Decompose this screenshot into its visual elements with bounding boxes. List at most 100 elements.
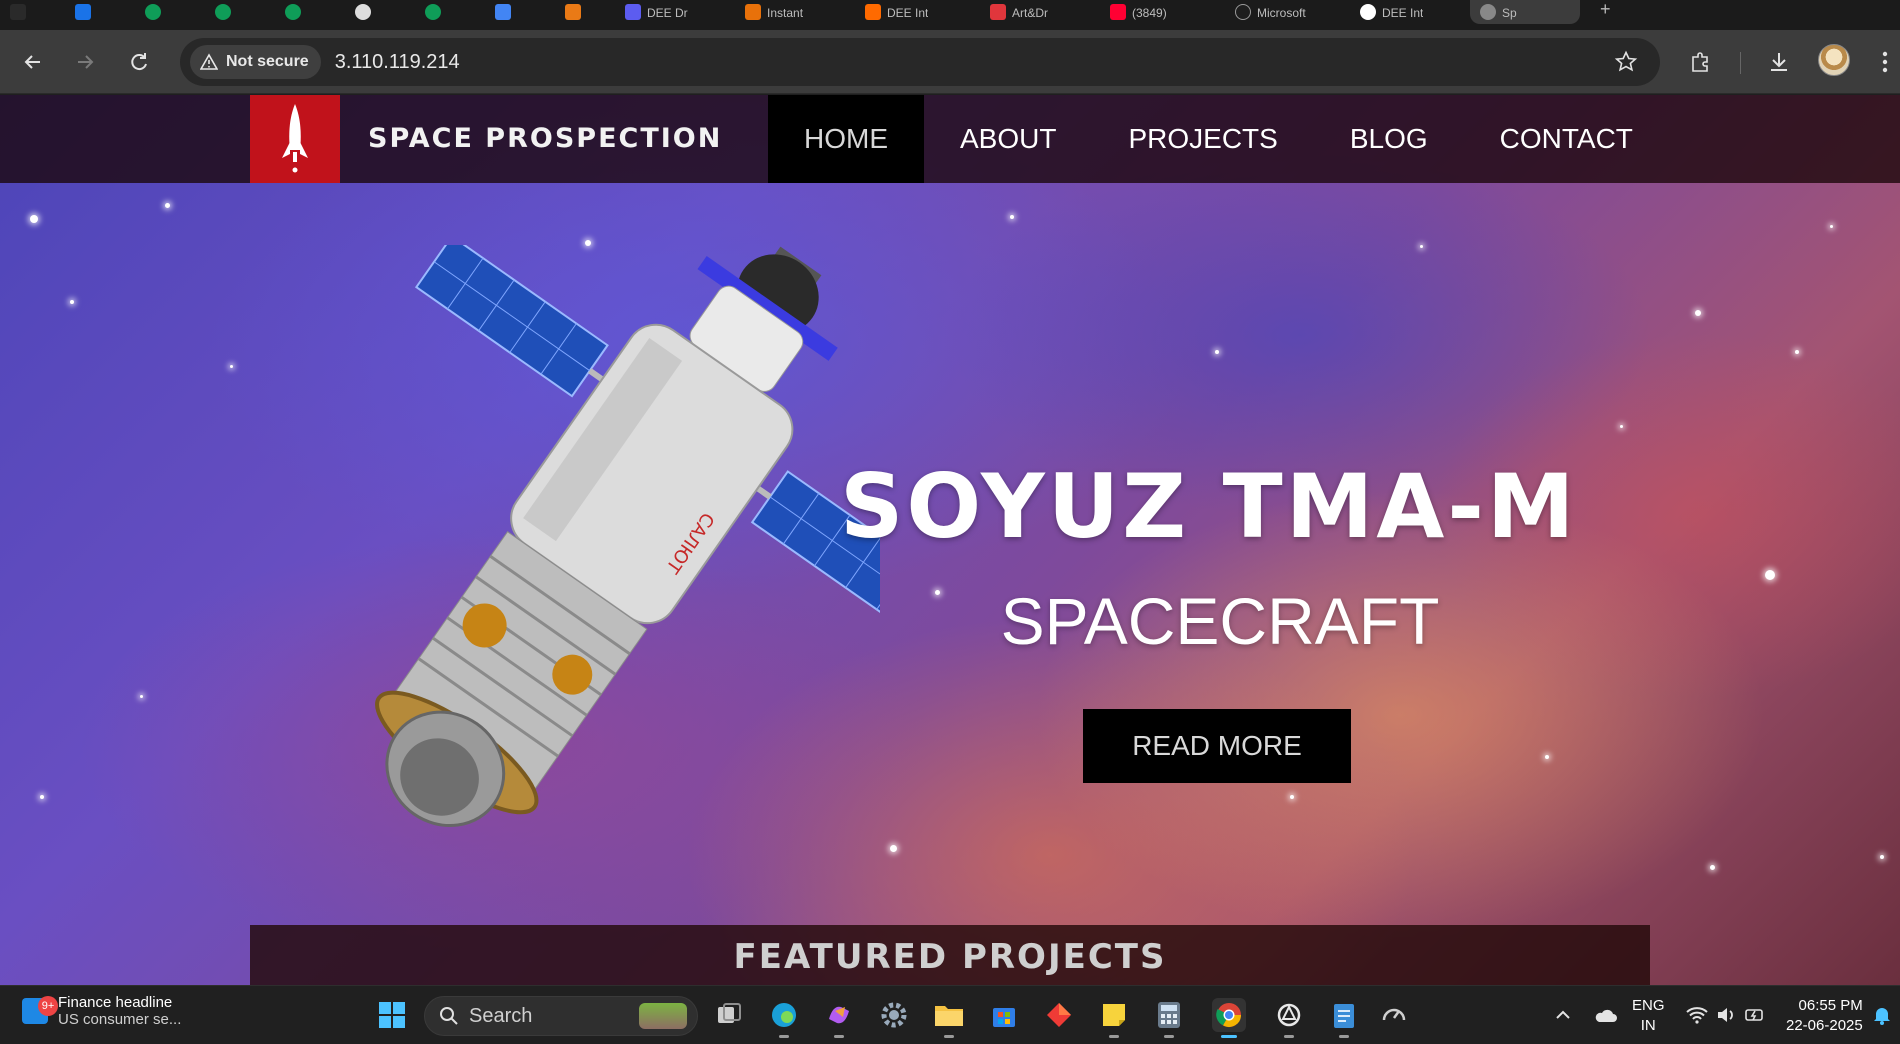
menu-contact[interactable]: CONTACT [1464, 95, 1669, 183]
browser-tab[interactable]: DEE Int [855, 0, 975, 24]
toolbar-divider [1740, 52, 1741, 74]
chrome-icon [1216, 1003, 1241, 1028]
taskbar-edge[interactable] [767, 998, 801, 1038]
clock-time: 06:55 PM [1798, 997, 1863, 1014]
browser-tab[interactable] [0, 0, 50, 24]
browser-tab[interactable]: Microsoft [1225, 0, 1345, 24]
tab-favicon [625, 4, 641, 20]
tab-title: Instant [767, 6, 804, 20]
copilot-icon [829, 1006, 849, 1024]
start-button[interactable] [375, 998, 409, 1032]
taskbar-store[interactable] [987, 998, 1021, 1032]
browser-tab[interactable] [415, 0, 475, 24]
profile-avatar[interactable] [1818, 44, 1850, 76]
taskbar-notepad[interactable] [1327, 998, 1361, 1038]
tab-title: Sp [1502, 6, 1517, 20]
forward-button[interactable] [67, 44, 103, 80]
tab-title: (3849) [1132, 6, 1167, 20]
notifications-button[interactable] [1870, 998, 1894, 1032]
new-tab-button[interactable]: + [1590, 0, 1630, 24]
windows-logo-icon [379, 1002, 405, 1028]
tab-favicon [75, 4, 91, 20]
taskbar-sticky-notes[interactable] [1097, 998, 1131, 1038]
news-title: Finance headline [58, 994, 173, 1011]
back-button[interactable] [15, 44, 51, 80]
read-more-button[interactable]: READ MORE [1083, 709, 1351, 783]
tab-favicon [1360, 4, 1376, 20]
browser-tab-strip: DEE Dr Instant DEE Int Art&Dr (3849) Mic… [0, 0, 1900, 30]
search-icon [440, 1007, 458, 1025]
site-info-chip[interactable]: Not secure [190, 45, 321, 79]
cloud-icon [1595, 1009, 1617, 1022]
star [140, 695, 143, 698]
extensions-button[interactable] [1683, 44, 1719, 80]
tab-title: DEE Int [887, 6, 929, 20]
taskbar-chatgpt[interactable] [1272, 998, 1306, 1038]
star [890, 845, 897, 852]
browser-tab[interactable] [135, 0, 195, 24]
browser-menu-button[interactable] [1867, 44, 1900, 80]
browser-tab[interactable]: DEE Int [1350, 0, 1470, 24]
taskbar-file-explorer[interactable] [932, 998, 966, 1038]
news-widget[interactable]: 9+ Finance headline US consumer se... [22, 994, 181, 1028]
taskbar-chrome[interactable] [1212, 998, 1246, 1038]
browser-tab[interactable] [205, 0, 265, 24]
address-bar[interactable]: Not secure 3.110.119.214 [180, 38, 1660, 86]
language-code: ENG [1632, 997, 1665, 1014]
site-logo[interactable] [250, 95, 340, 183]
reload-button[interactable] [121, 44, 157, 80]
windows-taskbar: 9+ Finance headline US consumer se... Se… [0, 985, 1900, 1044]
star [70, 300, 74, 304]
speedometer-icon [1382, 1008, 1406, 1021]
task-view-icon [718, 1003, 741, 1023]
battery-tray-button[interactable] [1738, 998, 1772, 1032]
star [1620, 425, 1623, 428]
news-snippet: US consumer se... [58, 1011, 182, 1028]
hero-title: SOYUZ TMA-M [840, 455, 1578, 558]
diamond-app-icon [1047, 1003, 1071, 1027]
more-vertical-icon [1882, 51, 1888, 73]
taskbar-calculator[interactable] [1152, 998, 1186, 1038]
star [1695, 310, 1701, 316]
show-hidden-icons-button[interactable] [1546, 998, 1580, 1032]
url-text[interactable]: 3.110.119.214 [335, 51, 460, 74]
menu-about[interactable]: ABOUT [924, 95, 1092, 183]
browser-tab[interactable] [275, 0, 335, 24]
browser-tab[interactable]: DEE Dr [615, 0, 735, 24]
browser-tab[interactable] [555, 0, 615, 24]
browser-tab[interactable]: Instant [735, 0, 855, 24]
clock-date: 22-06-2025 [1786, 1017, 1863, 1034]
menu-blog[interactable]: BLOG [1314, 95, 1464, 183]
browser-tab[interactable] [345, 0, 405, 24]
battery-charging-icon [1745, 1009, 1763, 1021]
star [1710, 865, 1715, 870]
tab-favicon [10, 4, 26, 20]
wifi-icon [1686, 1007, 1708, 1024]
security-label: Not secure [226, 53, 309, 70]
taskbar-speedometer-app[interactable] [1377, 998, 1411, 1032]
onedrive-tray-button[interactable] [1588, 998, 1622, 1032]
menu-projects[interactable]: PROJECTS [1092, 95, 1313, 183]
browser-tab-active[interactable]: Sp [1470, 0, 1580, 24]
language-indicator[interactable]: ENG IN [1632, 996, 1665, 1036]
browser-tab[interactable]: (3849) [1100, 0, 1220, 24]
taskbar-app-red[interactable] [1042, 998, 1076, 1032]
search-placeholder: Search [469, 1004, 533, 1027]
tab-favicon [425, 4, 441, 20]
taskbar-clock[interactable]: 06:55 PM 22-06-2025 [1786, 996, 1863, 1036]
bookmark-star-button[interactable] [1614, 50, 1638, 79]
menu-home[interactable]: HOME [768, 95, 924, 183]
task-view-button[interactable] [712, 998, 746, 1032]
browser-tab[interactable]: Art&Dr [980, 0, 1100, 24]
browser-tab[interactable] [65, 0, 125, 24]
taskbar-search[interactable]: Search [424, 996, 698, 1036]
taskbar-copilot[interactable] [822, 998, 856, 1038]
star [1215, 350, 1219, 354]
notification-badge: 9+ [38, 996, 58, 1016]
site-brand[interactable]: SPACE PROSPECTION [368, 123, 722, 154]
tab-favicon [1480, 4, 1496, 20]
taskbar-settings[interactable] [877, 998, 911, 1032]
browser-tab[interactable] [485, 0, 545, 24]
downloads-button[interactable] [1761, 44, 1797, 80]
tab-title: DEE Dr [647, 6, 688, 20]
